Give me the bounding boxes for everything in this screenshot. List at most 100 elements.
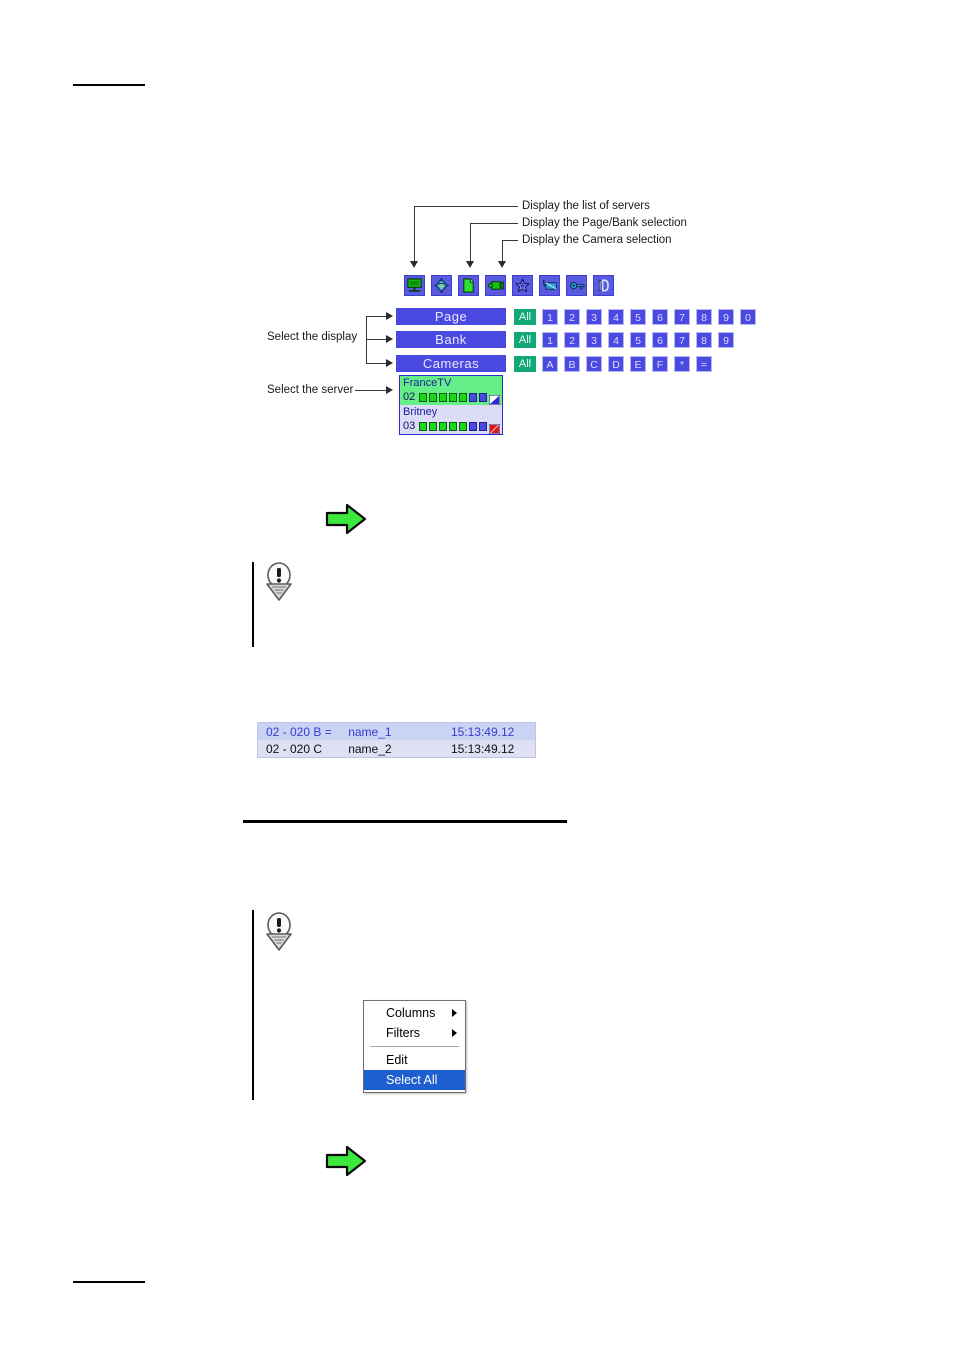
selector-key-bank-6[interactable]: 6 (652, 331, 668, 348)
selector-key-page-1[interactable]: 1 (542, 308, 558, 325)
star-icon[interactable] (512, 275, 533, 296)
table-row[interactable]: 02 - 020 B = name_1 15:13:49.12 (258, 723, 535, 740)
page-document-icon[interactable] (458, 275, 479, 296)
menu-item-columns[interactable]: Columns (364, 1003, 465, 1023)
selector-all-page[interactable]: All (514, 308, 536, 325)
table-row[interactable]: 02 - 020 C name_2 15:13:49.12 (258, 740, 535, 757)
selector-key-camera-a[interactable]: A (542, 355, 558, 372)
callout-arrow-camera (498, 261, 506, 268)
monitor-network-icon[interactable] (404, 275, 425, 296)
menu-separator (370, 1046, 459, 1047)
selector-key-page-4[interactable]: 4 (608, 308, 624, 325)
channel-indicator[interactable] (429, 421, 438, 431)
selector-label-cameras[interactable]: Cameras (396, 355, 506, 372)
callout-label-pagebank: Display the Page/Bank selection (522, 217, 687, 229)
server-list-panel: FranceTV 02 Britney 03 (399, 375, 503, 435)
server-name-britney: Britney (403, 406, 438, 418)
callout-leader-camera-h (502, 240, 518, 241)
selector-label-bank[interactable]: Bank (396, 331, 506, 348)
status-triangle-icon (488, 392, 501, 406)
callout-label-servers: Display the list of servers (522, 200, 650, 212)
server-number-francetv: 02 (403, 391, 416, 403)
channel-indicator[interactable] (459, 392, 468, 402)
green-arrow-bullet-bottom (325, 1145, 367, 1182)
selector-key-camera-c[interactable]: C (586, 355, 602, 372)
selector-row-cameras: Cameras All A B C D E F * = (396, 355, 712, 372)
server-name-francetv: FranceTV (403, 377, 452, 389)
footer-rule (73, 1281, 145, 1283)
selector-all-cameras[interactable]: All (514, 355, 536, 372)
selector-key-page-5[interactable]: 5 (630, 308, 646, 325)
selector-key-bank-2[interactable]: 2 (564, 331, 580, 348)
label-tag-icon[interactable] (539, 275, 560, 296)
channel-indicator[interactable] (449, 392, 458, 402)
selector-key-page-7[interactable]: 7 (674, 308, 690, 325)
callout-leader-servers-v (414, 206, 415, 262)
channel-indicator[interactable] (439, 392, 448, 402)
channel-indicator[interactable] (419, 392, 428, 402)
selector-key-camera-b[interactable]: B (564, 355, 580, 372)
channel-indicator[interactable] (419, 421, 428, 431)
selector-key-bank-5[interactable]: 5 (630, 331, 646, 348)
server-pointer-line (355, 390, 387, 391)
server-pointer-arrow (386, 386, 393, 394)
event-time: 15:13:49.12 (450, 741, 515, 756)
display-bracket-arrow-1 (386, 312, 393, 320)
server-entry-francetv[interactable]: FranceTV 02 (400, 376, 502, 406)
menu-item-filters[interactable]: Filters (364, 1023, 465, 1043)
selector-key-bank-9[interactable]: 9 (718, 331, 734, 348)
menu-item-edit[interactable]: Edit (364, 1050, 465, 1070)
selector-key-bank-7[interactable]: 7 (674, 331, 690, 348)
header-rule (73, 84, 145, 86)
selector-key-camera-d[interactable]: D (608, 355, 624, 372)
id-icon[interactable] (593, 275, 614, 296)
selector-key-camera-e[interactable]: E (630, 355, 646, 372)
server-channels-francetv: 02 (403, 391, 501, 406)
chevron-right-icon (452, 1029, 457, 1037)
callout-leader-pagebank-h (470, 223, 518, 224)
selector-key-page-8[interactable]: 8 (696, 308, 712, 325)
figure-toolbar (404, 275, 614, 296)
selector-key-bank-3[interactable]: 3 (586, 331, 602, 348)
event-time: 15:13:49.12 (450, 724, 515, 739)
channel-indicator[interactable] (449, 421, 458, 431)
note-tip-top-icon (262, 562, 296, 607)
selector-all-bank[interactable]: All (514, 331, 536, 348)
selector-key-page-0[interactable]: 0 (740, 308, 756, 325)
camera-icon[interactable] (485, 275, 506, 296)
selector-key-bank-8[interactable]: 8 (696, 331, 712, 348)
selector-key-camera-equals[interactable]: = (696, 355, 712, 372)
channel-indicator[interactable] (469, 392, 478, 402)
selector-row-page: Page All 1 2 3 4 5 6 7 8 9 0 (396, 308, 756, 325)
section-divider-rule (243, 820, 567, 823)
label-select-the-display: Select the display (267, 331, 358, 343)
key-icon[interactable] (566, 275, 587, 296)
selector-key-page-3[interactable]: 3 (586, 308, 602, 325)
channel-indicator[interactable] (439, 421, 448, 431)
note-tip-bottom-rule (252, 910, 254, 1100)
selector-key-page-2[interactable]: 2 (564, 308, 580, 325)
globe-target-icon[interactable] (431, 275, 452, 296)
selector-key-page-9[interactable]: 9 (718, 308, 734, 325)
selector-key-camera-f[interactable]: F (652, 355, 668, 372)
selector-key-bank-1[interactable]: 1 (542, 331, 558, 348)
selector-key-camera-star[interactable]: * (674, 355, 690, 372)
label-select-the-server: Select the server (267, 384, 354, 396)
status-triangle-icon (488, 421, 501, 435)
menu-item-select-all[interactable]: Select All (364, 1070, 465, 1090)
channel-indicator[interactable] (459, 421, 468, 431)
channel-indicator[interactable] (469, 421, 478, 431)
selector-key-page-6[interactable]: 6 (652, 308, 668, 325)
channel-indicator[interactable] (429, 392, 438, 402)
selector-key-bank-4[interactable]: 4 (608, 331, 624, 348)
channel-indicator[interactable] (479, 392, 488, 402)
display-bracket-h2 (366, 339, 387, 340)
channel-indicator[interactable] (479, 421, 488, 431)
selector-label-page[interactable]: Page (396, 308, 506, 325)
server-entry-britney[interactable]: Britney 03 (400, 405, 502, 435)
event-name: name_2 (348, 741, 392, 756)
event-id: 02 - 020 B = (266, 724, 332, 739)
callout-leader-servers-h (414, 206, 518, 207)
selector-row-bank: Bank All 1 2 3 4 5 6 7 8 9 (396, 331, 734, 348)
menu-item-label: Filters (386, 1026, 421, 1040)
